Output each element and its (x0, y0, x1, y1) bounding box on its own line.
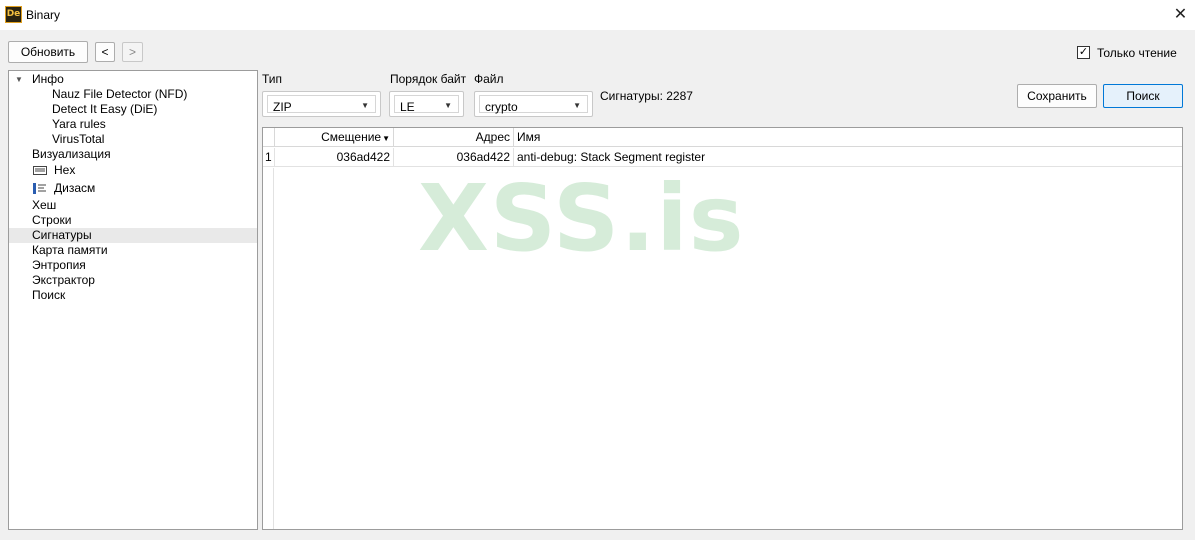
tree-item-label: Detect It Easy (DiE) (52, 102, 158, 116)
tree-item-memory-map[interactable]: Карта памяти (9, 243, 257, 258)
app-icon: De (5, 6, 22, 23)
tree-item-entropy[interactable]: Энтропия (9, 258, 257, 273)
tree-item-signatures[interactable]: Сигнатуры (9, 228, 257, 243)
save-button[interactable]: Сохранить (1017, 84, 1097, 108)
tree-item-nfd[interactable]: Nauz File Detector (NFD) (9, 87, 257, 102)
navigation-tree: ▼ Инфо Nauz File Detector (NFD) Detect I… (8, 70, 258, 530)
tree-item-label: Hex (54, 163, 76, 177)
tree-item-die[interactable]: Detect It Easy (DiE) (9, 102, 257, 117)
row-index: 1 (263, 148, 275, 167)
tree-item-label: Сигнатуры (32, 228, 92, 242)
back-button[interactable]: < (95, 42, 115, 62)
tree-item-hex[interactable]: Hex (9, 163, 257, 178)
close-icon[interactable]: ✕ (1166, 0, 1195, 30)
chevron-down-icon: ▼ (573, 101, 581, 110)
header-address-label: Адрес (475, 130, 510, 144)
tree-item-virustotal[interactable]: VirusTotal (9, 132, 257, 147)
tree-item-strings[interactable]: Строки (9, 213, 257, 228)
tree-item-label: Дизасм (54, 181, 96, 195)
tree-item-label: Хеш (32, 198, 57, 212)
type-label: Тип (262, 72, 283, 86)
sort-desc-icon: ▼ (382, 134, 390, 143)
byteorder-select[interactable]: LE ▼ (389, 91, 464, 117)
watermark: XSS.is (418, 165, 745, 272)
file-select[interactable]: crypto ▼ (474, 91, 593, 117)
expand-arrow-icon[interactable]: ▼ (15, 72, 23, 87)
byteorder-select-field: LE ▼ (394, 95, 459, 114)
row-offset: 036ad422 (275, 148, 394, 167)
table-header: Смещение▼ Адрес Имя (263, 128, 1182, 147)
chevron-down-icon: ▼ (444, 101, 452, 110)
byteorder-select-value: LE (400, 100, 415, 114)
header-index-column (263, 128, 275, 147)
chevron-down-icon: ▼ (361, 101, 369, 110)
header-offset-label: Смещение (321, 130, 382, 144)
row-number-gutter (263, 168, 274, 529)
readonly-label: Только чтение (1097, 46, 1177, 60)
signatures-count: Сигнатуры: 2287 (600, 89, 693, 103)
tree-item-label: Поиск (32, 288, 66, 302)
tree-item-label: Yara rules (52, 117, 106, 131)
header-address[interactable]: Адрес (394, 128, 514, 147)
byteorder-label: Порядок байт (390, 72, 467, 86)
tree-item-visualization[interactable]: Визуализация (9, 147, 257, 162)
file-select-value: crypto (485, 100, 518, 114)
disasm-icon (33, 183, 46, 194)
file-label: Файл (474, 72, 504, 86)
forward-button[interactable]: > (122, 42, 143, 62)
tree-item-hash[interactable]: Хеш (9, 198, 257, 213)
tree-item-label: Nauz File Detector (NFD) (52, 87, 188, 101)
type-select-field: ZIP ▼ (267, 95, 376, 114)
header-name[interactable]: Имя (514, 128, 1182, 147)
tree-item-label: VirusTotal (52, 132, 105, 146)
search-button[interactable]: Поиск (1103, 84, 1183, 108)
tree-item-label: Инфо (32, 72, 64, 86)
tree-item-label: Энтропия (32, 258, 86, 272)
tree-item-label: Экстрактор (32, 273, 95, 287)
tree-item-yara[interactable]: Yara rules (9, 117, 257, 132)
tree-item-search[interactable]: Поиск (9, 288, 257, 303)
header-offset[interactable]: Смещение▼ (275, 128, 394, 147)
tree-item-extractor[interactable]: Экстрактор (9, 273, 257, 288)
window-title: Binary (26, 8, 61, 22)
title-bar: De Binary ✕ (0, 0, 1195, 30)
file-select-field: crypto ▼ (479, 95, 588, 114)
tree-item-label: Карта памяти (32, 243, 108, 257)
tree-item-disasm[interactable]: Дизасм (9, 181, 257, 196)
readonly-checkbox[interactable]: ✓ (1077, 46, 1090, 59)
tree-item-info[interactable]: ▼ Инфо (9, 72, 257, 87)
tree-item-label: Строки (32, 213, 72, 227)
type-select-value: ZIP (273, 100, 292, 114)
type-select[interactable]: ZIP ▼ (262, 91, 381, 117)
header-name-label: Имя (517, 130, 541, 144)
tree-item-label: Визуализация (32, 147, 111, 161)
hex-icon (33, 166, 47, 175)
refresh-button[interactable]: Обновить (8, 41, 88, 63)
